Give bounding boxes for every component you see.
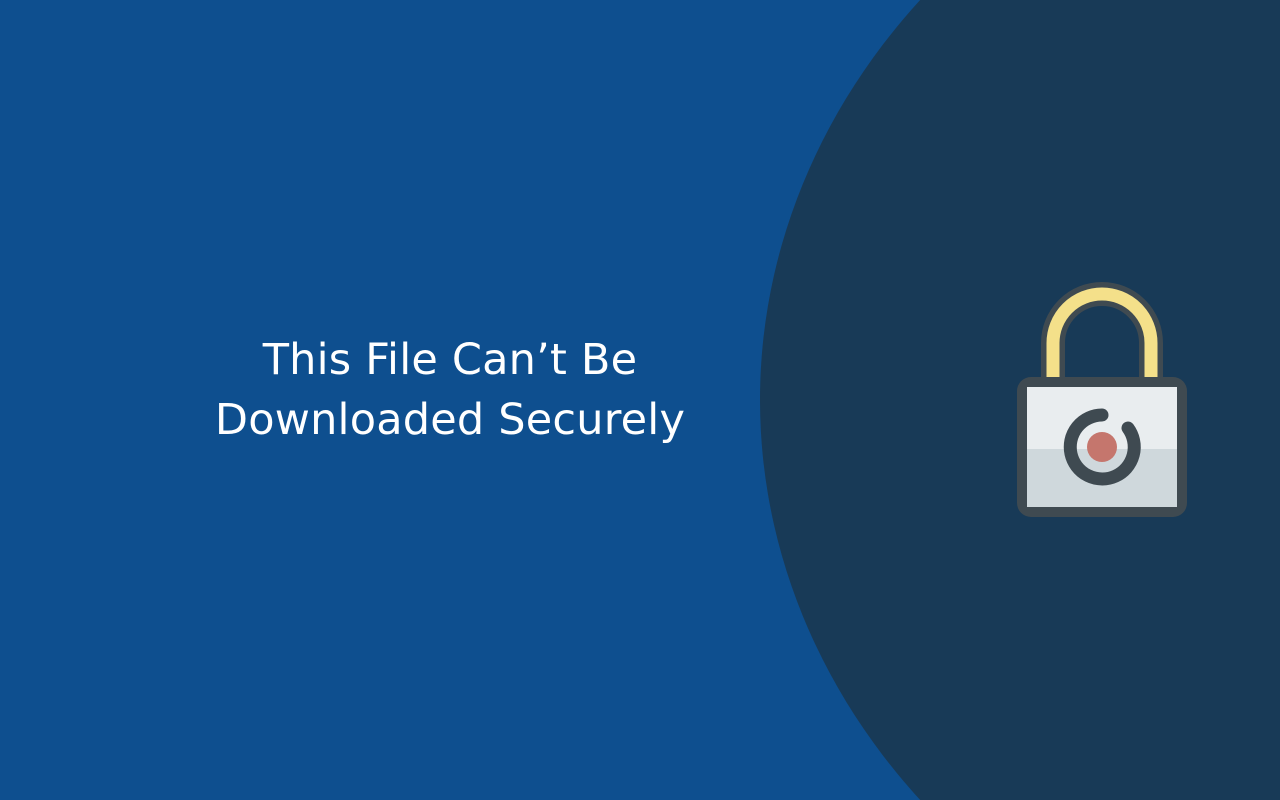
headline-line-1: This File Can’t Be (263, 335, 638, 385)
error-headline: This File Can’t Be Downloaded Securely (170, 330, 730, 450)
headline-line-2: Downloaded Securely (215, 395, 685, 445)
padlock-icon (997, 265, 1207, 535)
